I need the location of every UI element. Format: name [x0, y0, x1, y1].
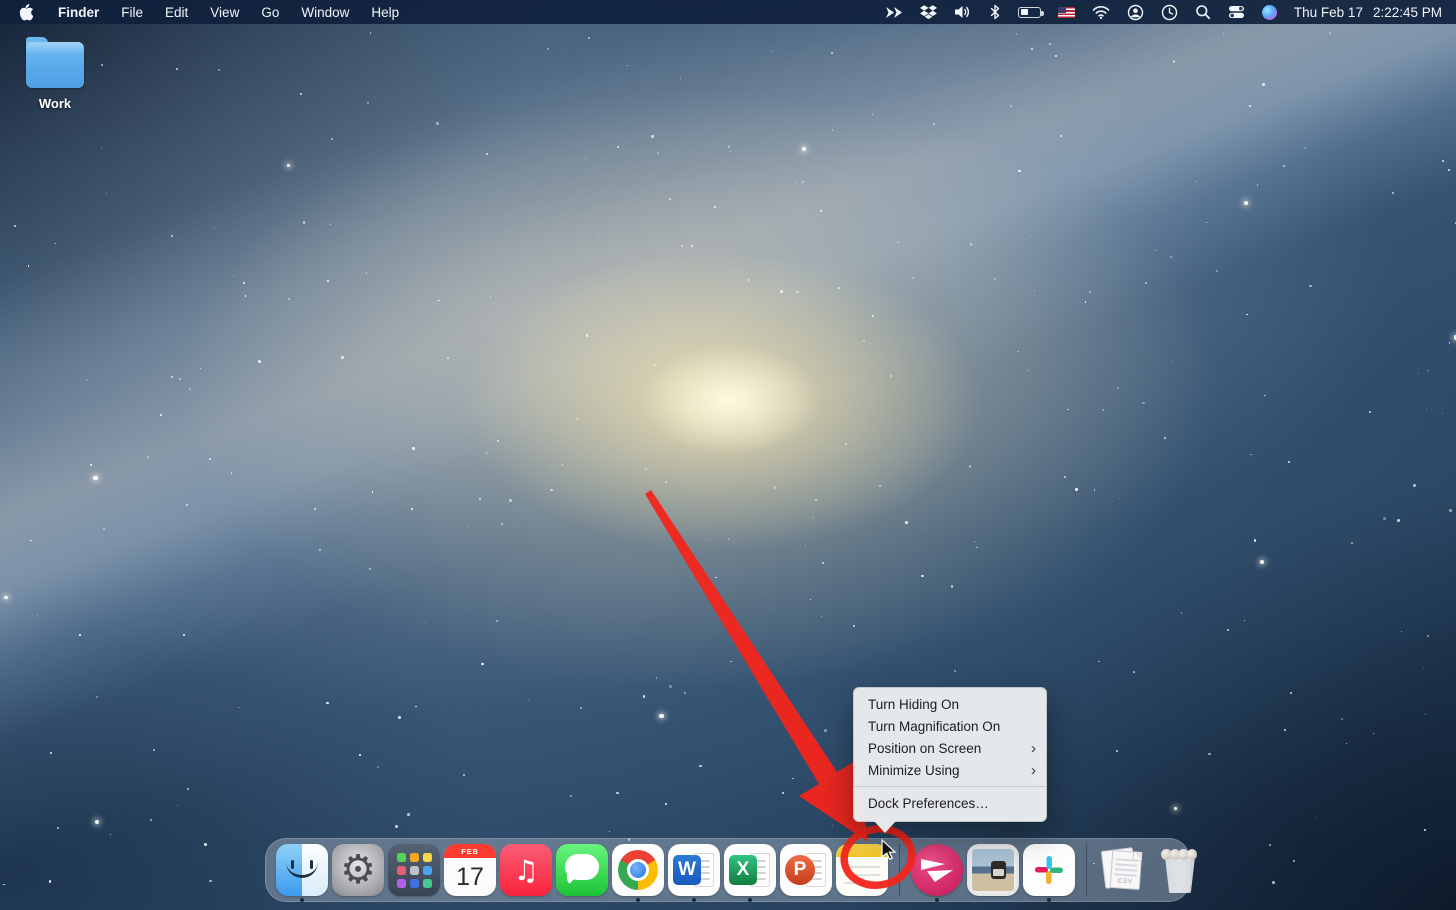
- battery-icon[interactable]: [1010, 0, 1050, 24]
- menubar-clock[interactable]: Thu Feb 17 2:22:45 PM: [1286, 5, 1456, 20]
- desktop-wallpaper: [0, 0, 1456, 910]
- menu-bar: Finder File Edit View Go Window Help: [0, 0, 1456, 24]
- spotlight-search-icon[interactable]: [1187, 0, 1220, 24]
- excel-letter: X: [729, 855, 757, 885]
- powerpoint-letter: P: [785, 855, 815, 885]
- menu-separator: [854, 786, 1046, 787]
- bluetooth-icon[interactable]: [981, 0, 1010, 24]
- star-field: [0, 0, 1456, 910]
- dock-item-trash[interactable]: [1154, 844, 1206, 896]
- dock-item-notes[interactable]: [836, 844, 888, 896]
- dock-separator[interactable]: [1086, 844, 1087, 896]
- dock-item-calendar[interactable]: FEB 17: [444, 844, 496, 896]
- input-source-flag-icon[interactable]: [1050, 0, 1084, 24]
- recent-items-clock-icon[interactable]: [1153, 0, 1187, 24]
- notes-icon: [836, 844, 888, 896]
- menubar-time: 2:22:45 PM: [1373, 5, 1442, 20]
- dropbox-icon[interactable]: [912, 0, 946, 24]
- slack-icon: [1023, 844, 1075, 896]
- blue-folder-icon: [26, 42, 84, 88]
- wifi-icon[interactable]: [1084, 0, 1119, 24]
- user-account-icon[interactable]: [1119, 0, 1153, 24]
- menubar-item-help[interactable]: Help: [360, 0, 410, 24]
- menu-item-turn-hiding-on[interactable]: Turn Hiding On: [854, 693, 1046, 715]
- chrome-icon: [612, 844, 664, 896]
- dock-item-slack[interactable]: [1023, 844, 1075, 896]
- feather-arrows-icon[interactable]: [877, 0, 912, 24]
- dock-item-pink-circle-app[interactable]: [911, 844, 963, 896]
- menubar-item-go[interactable]: Go: [250, 0, 290, 24]
- menubar-item-window[interactable]: Window: [290, 0, 360, 24]
- menubar-item-view[interactable]: View: [199, 0, 250, 24]
- powerpoint-icon: P: [780, 844, 832, 896]
- apple-logo-icon: [18, 3, 33, 21]
- dock-item-finder[interactable]: [276, 844, 328, 896]
- dock-item-powerpoint[interactable]: P: [780, 844, 832, 896]
- dock-separator[interactable]: [899, 844, 900, 896]
- menu-item-position-on-screen[interactable]: Position on Screen ›: [854, 737, 1046, 759]
- gear-icon: ⚙: [332, 844, 384, 896]
- calendar-icon: FEB 17: [444, 844, 496, 896]
- running-indicator: [748, 898, 752, 902]
- menubar-date: Thu Feb 17: [1294, 5, 1363, 20]
- dock-context-menu: Turn Hiding On Turn Magnification On Pos…: [853, 687, 1047, 822]
- dock-item-excel[interactable]: X: [724, 844, 776, 896]
- dock-item-launchpad[interactable]: [388, 844, 440, 896]
- apple-menu[interactable]: [0, 3, 47, 21]
- dock: ⚙ FEB 17 ♫ W X: [265, 838, 1190, 902]
- word-icon: W: [668, 844, 720, 896]
- pink-circle-app-icon: [911, 844, 963, 896]
- menubar-item-file[interactable]: File: [110, 0, 154, 24]
- submenu-chevron-icon: ›: [1031, 741, 1036, 756]
- dock-item-photo-file[interactable]: [967, 844, 1019, 896]
- menubar-item-edit[interactable]: Edit: [154, 0, 199, 24]
- dock-item-music[interactable]: ♫: [500, 844, 552, 896]
- documents-stack-icon: CSV: [1101, 847, 1147, 893]
- music-note-icon: ♫: [500, 844, 552, 896]
- running-indicator: [636, 898, 640, 902]
- menubar-app-name[interactable]: Finder: [47, 0, 110, 24]
- running-indicator: [1047, 898, 1051, 902]
- speech-bubble-icon: [556, 844, 608, 896]
- desktop-folder-work[interactable]: Work: [18, 42, 92, 111]
- menu-item-dock-preferences[interactable]: Dock Preferences…: [854, 792, 1046, 814]
- dock-item-messages[interactable]: [556, 844, 608, 896]
- running-indicator: [692, 898, 696, 902]
- running-indicator: [300, 898, 304, 902]
- running-indicator: [935, 898, 939, 902]
- file-type-label: CSV: [1111, 877, 1139, 886]
- calendar-day: 17: [444, 858, 496, 896]
- volume-icon[interactable]: [946, 0, 981, 24]
- menu-item-minimize-using[interactable]: Minimize Using ›: [854, 759, 1046, 781]
- excel-icon: X: [724, 844, 776, 896]
- folder-label: Work: [18, 96, 92, 111]
- dock-item-downloads-stack[interactable]: CSV: [1098, 844, 1150, 896]
- dock-item-word[interactable]: W: [668, 844, 720, 896]
- submenu-chevron-icon: ›: [1031, 763, 1036, 778]
- calendar-month: FEB: [444, 844, 496, 858]
- trash-full-icon: [1160, 847, 1200, 893]
- finder-icon: [276, 844, 328, 896]
- word-letter: W: [673, 855, 701, 885]
- control-center-icon[interactable]: [1220, 0, 1254, 24]
- menu-item-turn-magnification-on[interactable]: Turn Magnification On: [854, 715, 1046, 737]
- dock-item-system-preferences[interactable]: ⚙: [332, 844, 384, 896]
- launchpad-icon: [388, 844, 440, 896]
- dock-item-chrome[interactable]: [612, 844, 664, 896]
- siri-icon[interactable]: [1254, 0, 1286, 24]
- photo-thumbnail-icon: [967, 844, 1019, 896]
